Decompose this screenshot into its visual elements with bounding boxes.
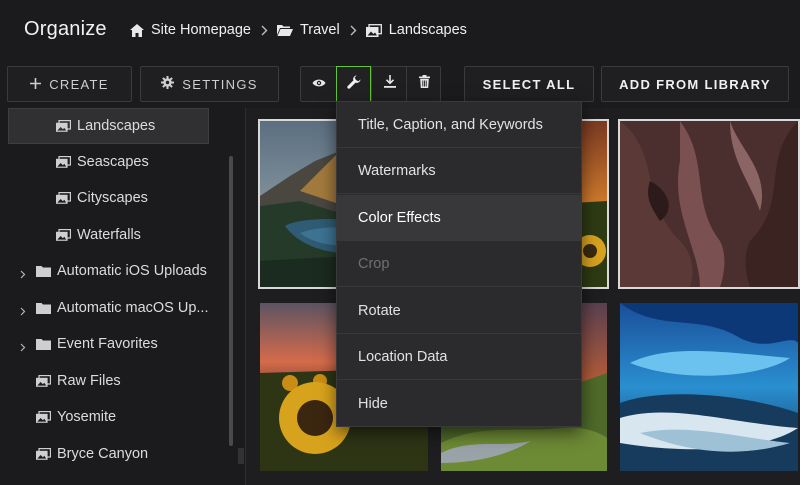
- folder-icon: [36, 265, 51, 281]
- download-icon: [383, 75, 396, 93]
- menu-item-rotate[interactable]: Rotate: [337, 288, 581, 334]
- sidebar-item-bryce-canyon[interactable]: Bryce Canyon: [0, 437, 240, 473]
- menu-item-location-data[interactable]: Location Data: [337, 334, 581, 380]
- sidebar-item-seascapes[interactable]: Seascapes: [0, 145, 240, 181]
- sidebar-item-label: Bryce Canyon: [57, 446, 149, 462]
- menu-item-color-effects[interactable]: Color Effects: [337, 195, 581, 241]
- sidebar-item-label: Event Favorites: [57, 336, 158, 352]
- breadcrumb-site-homepage[interactable]: Site Homepage: [130, 22, 251, 38]
- gear-icon: [161, 76, 175, 92]
- menu-item-title-caption-keywords[interactable]: Title, Caption, and Keywords: [337, 102, 581, 148]
- breadcrumb-travel[interactable]: Travel: [276, 22, 340, 38]
- photo-actions-group: [300, 66, 441, 102]
- sidebar-item-label: Automatic iOS Uploads: [57, 263, 207, 279]
- gallery-icon: [56, 229, 71, 245]
- gallery-icon: [36, 411, 51, 427]
- download-button[interactable]: [372, 67, 407, 101]
- sidebar-item-waterfalls[interactable]: Waterfalls: [0, 218, 240, 254]
- folder-icon: [36, 302, 51, 318]
- breadcrumb: Site Homepage Travel Landscapes: [130, 22, 467, 38]
- sidebar-scrollbar[interactable]: [229, 156, 233, 446]
- resize-grip-icon[interactable]: [238, 448, 244, 464]
- sidebar-item-label: Automatic macOS Up...: [57, 300, 209, 316]
- sidebar-item-automatic-macos-uploads[interactable]: Automatic macOS Up...: [0, 291, 240, 327]
- sidebar: Landscapes Seascapes Cityscapes Waterfal…: [0, 108, 246, 485]
- delete-button[interactable]: [407, 67, 442, 101]
- create-button[interactable]: CREATE: [7, 66, 132, 102]
- breadcrumb-label: Landscapes: [388, 22, 467, 38]
- home-icon: [130, 23, 144, 37]
- photo-slot-canyon[interactable]: [618, 119, 800, 289]
- sidebar-item-cityscapes[interactable]: Cityscapes: [0, 181, 240, 217]
- sidebar-item-automatic-ios-uploads[interactable]: Automatic iOS Uploads: [0, 254, 240, 290]
- tools-dropdown-menu: Title, Caption, and Keywords Watermarks …: [336, 101, 582, 427]
- eye-icon: [312, 75, 326, 93]
- select-all-button[interactable]: SELECT ALL: [464, 66, 594, 102]
- menu-item-crop: Crop: [337, 241, 581, 287]
- chevron-right-icon[interactable]: [20, 304, 26, 320]
- sidebar-item-label: Waterfalls: [77, 227, 141, 243]
- sidebar-item-label: Raw Files: [57, 373, 121, 389]
- chevron-right-icon[interactable]: [20, 340, 26, 356]
- tools-button[interactable]: [336, 66, 371, 102]
- sidebar-item-landscapes[interactable]: Landscapes: [8, 108, 209, 144]
- sidebar-item-label: Landscapes: [77, 118, 156, 134]
- settings-button[interactable]: SETTINGS: [140, 66, 279, 102]
- trash-icon: [419, 75, 430, 93]
- header: Organize Site Homepage Travel Landscapes: [0, 0, 800, 62]
- sidebar-item-yosemite[interactable]: Yosemite: [0, 400, 240, 436]
- chevron-right-icon[interactable]: [20, 267, 26, 283]
- preview-button[interactable]: [301, 67, 336, 101]
- sidebar-item-label: Seascapes: [77, 154, 149, 170]
- chevron-right-icon: [261, 25, 268, 36]
- sidebar-item-label: Yosemite: [57, 409, 117, 425]
- chevron-right-icon: [350, 25, 357, 36]
- gallery-icon: [56, 156, 71, 172]
- gallery-icon: [36, 448, 51, 464]
- menu-item-watermarks[interactable]: Watermarks: [337, 148, 581, 194]
- sidebar-item-raw-files[interactable]: Raw Files: [0, 364, 240, 400]
- gallery-icon: [36, 375, 51, 391]
- wrench-icon: [346, 75, 361, 94]
- breadcrumb-label: Site Homepage: [151, 22, 251, 38]
- folder-open-icon: [276, 24, 293, 36]
- add-from-library-button[interactable]: ADD FROM LIBRARY: [601, 66, 789, 102]
- create-label: CREATE: [49, 76, 109, 92]
- gallery-icon: [56, 120, 71, 136]
- gallery-icon: [365, 23, 382, 37]
- page-title: Organize: [24, 18, 107, 40]
- sidebar-item-event-favorites[interactable]: Event Favorites: [0, 327, 240, 363]
- menu-item-hide[interactable]: Hide: [337, 381, 581, 427]
- photo-ice-cave-river[interactable]: [618, 301, 800, 473]
- plus-icon: [30, 77, 42, 92]
- breadcrumb-landscapes[interactable]: Landscapes: [365, 22, 467, 38]
- folder-icon: [36, 338, 51, 354]
- gallery-icon: [56, 192, 71, 208]
- sidebar-item-label: Cityscapes: [77, 190, 148, 206]
- breadcrumb-label: Travel: [299, 22, 340, 38]
- settings-label: SETTINGS: [182, 76, 258, 92]
